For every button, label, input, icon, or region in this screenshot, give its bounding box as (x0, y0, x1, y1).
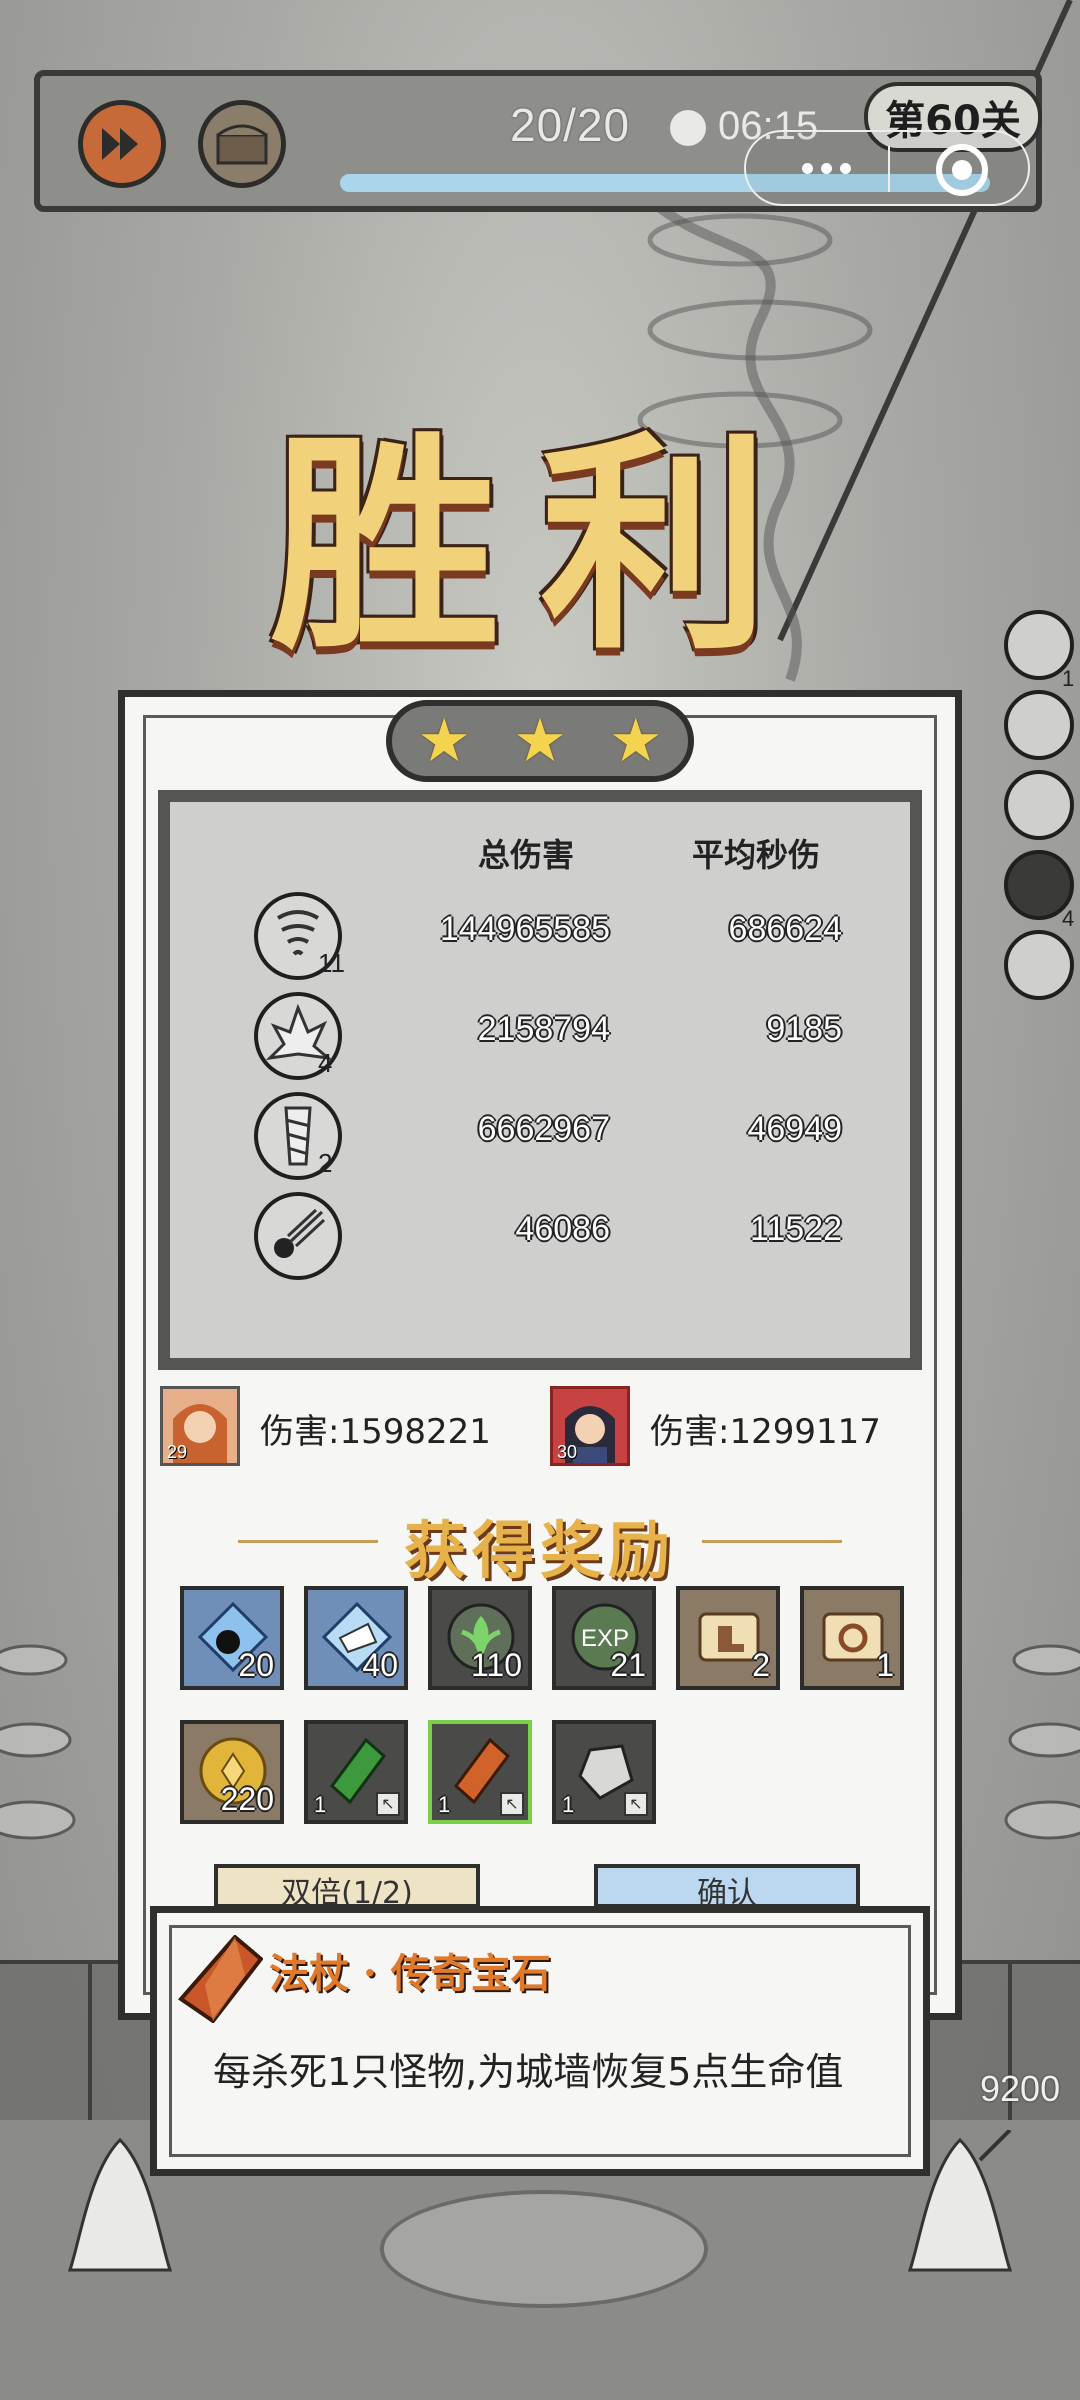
reward-item[interactable]: 220 (180, 1720, 284, 1824)
side-skill-meteor-icon (1004, 930, 1074, 1000)
double-reward-button[interactable]: 双倍(1/2) (214, 1864, 480, 1908)
total-damage-value: 46086 (515, 1210, 610, 1248)
total-damage-value: 2158794 (477, 1010, 610, 1048)
item-count: 2 (752, 1647, 770, 1683)
reward-item[interactable]: 1 ↖ (552, 1720, 656, 1824)
reward-item[interactable]: 1 ↖ (304, 1720, 408, 1824)
item-count: 1 (438, 1792, 451, 1817)
total-damage-value: 144965585 (439, 910, 610, 948)
gem-tooltip: 法杖 · 传奇宝石 每杀死1只怪物,为城墙恢复5点生命值 (150, 1906, 930, 2176)
hero-damage-2: 30 伤害:1299117 (550, 1386, 890, 1470)
victory-title: 胜利 (270, 411, 810, 681)
table-row: 2 6662967 46949 (170, 1092, 910, 1188)
reward-item[interactable]: EXP 21 (552, 1586, 656, 1690)
reward-item[interactable]: 1 (800, 1586, 904, 1690)
item-count: 40 (362, 1647, 398, 1683)
double-reward-label: 双倍(1/2) (281, 1876, 413, 1908)
reward-item[interactable]: 2 (676, 1586, 780, 1690)
avg-dps-value: 46949 (747, 1110, 842, 1148)
avg-dps-value: 686624 (728, 910, 842, 948)
tooltip-title: 法杖 · 传奇宝石 (269, 1950, 551, 1997)
avg-dps-header: 平均秒伤 (692, 836, 821, 874)
item-count: 1 (562, 1792, 575, 1817)
side-skill-drill-icon (1004, 770, 1074, 840)
avg-dps-value: 9185 (766, 1010, 842, 1048)
table-row: 46086 11522 (170, 1192, 910, 1288)
treasure-chest-button[interactable] (198, 100, 286, 188)
star-icon: ★ (513, 706, 567, 776)
wave-counter: 20/20 (510, 99, 631, 151)
side-skill-crystal-icon (1004, 690, 1074, 760)
star-rating: ★ ★ ★ (386, 700, 694, 782)
confirm-button[interactable]: 确认 (594, 1864, 860, 1908)
avg-dps-value: 11522 (749, 1210, 842, 1248)
skill-level: 4 (318, 1048, 333, 1078)
total-damage-value: 6662967 (477, 1110, 610, 1148)
clock-icon (670, 110, 706, 146)
fast-forward-button[interactable] (78, 100, 166, 188)
hero-level: 29 (167, 1442, 188, 1462)
summon-circle (380, 2190, 708, 2308)
item-count: 110 (470, 1647, 522, 1683)
skill-level: 11 (318, 948, 345, 978)
treasure-chest-icon (216, 124, 268, 165)
hero-level: 30 (557, 1442, 578, 1462)
reward-item[interactable]: 40 (304, 1586, 408, 1690)
more-options-button[interactable] (786, 150, 866, 186)
damage-stats-table: 总伤害 平均秒伤 11 144965585 686624 4 2158794 9… (158, 790, 922, 1370)
swap-arrow-icon: ↖ (500, 1792, 524, 1816)
table-row: 4 2158794 9185 (170, 992, 910, 1088)
item-count: 21 (610, 1647, 646, 1683)
close-miniprogram-button[interactable] (936, 144, 988, 196)
item-count: 1 (314, 1792, 327, 1817)
rewards-title: 获得奖励 (403, 1514, 676, 1587)
skill-level: 2 (318, 1148, 333, 1178)
confirm-label: 确认 (697, 1876, 757, 1908)
star-icon: ★ (608, 706, 663, 776)
side-skill-level: 4 (1062, 906, 1075, 931)
hero-damage-text: 伤害:1299117 (650, 1412, 881, 1452)
star-icon: ★ (417, 706, 472, 776)
item-count: 1 (876, 1647, 894, 1683)
swap-arrow-icon: ↖ (624, 1792, 648, 1816)
wall-hp: 9200 (980, 2068, 1061, 2109)
miniprogram-capsule (744, 130, 1030, 206)
dark-hair-hero-avatar: 30 (550, 1386, 630, 1466)
reward-item[interactable]: 110 (428, 1586, 532, 1690)
hero-damage-1: 29 伤害:1598221 (160, 1386, 491, 1470)
meteor-skill-icon (254, 1192, 342, 1280)
rewards-heading: 获得奖励 (238, 1500, 842, 1587)
reward-item-selected[interactable]: 1 ↖ (428, 1720, 532, 1824)
orange-hair-hero-avatar: 29 (160, 1386, 240, 1466)
item-count: 20 (238, 1647, 274, 1683)
capsule-divider (888, 146, 890, 192)
table-row: 11 144965585 686624 (170, 892, 910, 988)
reward-item[interactable]: 20 (180, 1586, 284, 1690)
orange-gem-icon (178, 1935, 263, 2023)
swap-arrow-icon: ↖ (376, 1792, 400, 1816)
item-count: 220 (220, 1781, 274, 1817)
total-damage-header: 总伤害 (478, 836, 575, 874)
hero-damage-text: 伤害:1598221 (260, 1412, 491, 1452)
fast-forward-icon (102, 128, 138, 160)
tooltip-description: 每杀死1只怪物,为城墙恢复5点生命值 (213, 2050, 844, 2094)
